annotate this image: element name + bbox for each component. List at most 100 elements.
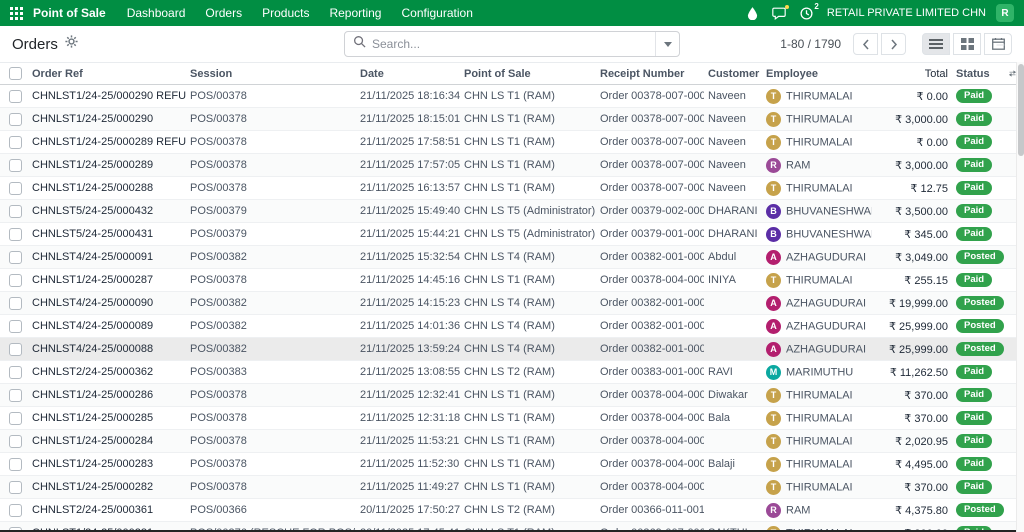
row-checkbox[interactable] [9, 227, 22, 241]
table-row[interactable]: CHNLST4/24-25/000091 POS/00382 21/11/2025 … [0, 245, 1016, 269]
table-row[interactable]: CHNLST1/24-25/000285 POS/00378 21/11/2025 … [0, 406, 1016, 430]
table-row[interactable]: CHNLST2/24-25/000361 POS/00366 20/11/2025 … [0, 498, 1016, 522]
column-header-receipt-number[interactable]: Receipt Number [596, 62, 704, 85]
table-row[interactable]: CHNLST1/24-25/000283 POS/00378 21/11/2025 … [0, 452, 1016, 476]
table-row[interactable]: CHNLST1/24-25/000289 POS/00378 21/11/2025 … [0, 153, 1016, 177]
kanban-view-button[interactable] [953, 33, 981, 55]
messages-icon[interactable] [772, 4, 789, 20]
row-checkbox[interactable] [9, 181, 22, 195]
row-checkbox[interactable] [9, 411, 22, 425]
row-checkbox[interactable] [9, 388, 22, 402]
menu-configuration[interactable]: Configuration [392, 0, 481, 26]
cell-date: 20/11/2025 17:50:27 [356, 498, 460, 522]
cell-receipt-number: Order 00378-007-0007 [596, 107, 704, 131]
column-header-status[interactable]: Status [952, 62, 1009, 85]
column-header-customer[interactable]: Customer [704, 62, 762, 85]
cell-total: ₹ 19,999.00 [872, 291, 952, 315]
select-all-checkbox[interactable] [9, 67, 22, 80]
cell-customer: Bala [704, 406, 762, 430]
cell-total: ₹ 0.00 [872, 84, 952, 108]
cell-total: ₹ 3,049.00 [872, 245, 952, 269]
app-name[interactable]: Point of Sale [33, 6, 106, 20]
vertical-scrollbar[interactable] [1016, 62, 1024, 532]
table-row[interactable]: CHNLST1/24-25/000290 REFUND POS/00378 21/1… [0, 84, 1016, 108]
row-checkbox[interactable] [9, 135, 22, 149]
cell-customer [704, 337, 762, 361]
cell-status: Posted [952, 337, 1009, 361]
column-header-point-of-sale[interactable]: Point of Sale [460, 62, 596, 85]
menu-dashboard[interactable]: Dashboard [118, 0, 195, 26]
row-filler [1009, 130, 1016, 154]
adjust-columns-button[interactable] [1009, 68, 1016, 79]
row-checkbox[interactable] [9, 158, 22, 172]
row-checkbox[interactable] [9, 250, 22, 264]
row-checkbox[interactable] [9, 457, 22, 471]
table-row[interactable]: CHNLST5/24-25/000431 POS/00379 21/11/2025 … [0, 222, 1016, 246]
cell-order-ref: CHNLST4/24-25/000091 [28, 245, 186, 269]
pager-next-button[interactable] [881, 33, 906, 55]
row-checkbox[interactable] [9, 296, 22, 310]
row-checkbox[interactable] [9, 434, 22, 448]
table-row[interactable]: CHNLST1/24-25/000289 REFUND POS/00378 21/1… [0, 130, 1016, 154]
table-row[interactable]: CHNLST4/24-25/000090 POS/00382 21/11/2025 … [0, 291, 1016, 315]
pager-previous-button[interactable] [853, 33, 878, 55]
table-row[interactable]: CHNLST1/24-25/000282 POS/00378 21/11/2025 … [0, 475, 1016, 499]
table-row[interactable]: CHNLST1/24-25/000284 POS/00378 21/11/2025 … [0, 429, 1016, 453]
table-row[interactable]: CHNLST5/24-25/000432 POS/00379 21/11/2025 … [0, 199, 1016, 223]
calendar-view-button[interactable] [984, 33, 1012, 55]
employee-avatar: T [766, 180, 781, 196]
action-menu-button[interactable] [65, 35, 78, 53]
search-input[interactable] [372, 37, 655, 51]
cell-session: POS/00378 [186, 429, 356, 453]
employee-name: THIRUMALAI [786, 135, 853, 148]
cell-total: ₹ 4,495.00 [872, 452, 952, 476]
cell-receipt-number: Order 00378-007-0004 [596, 176, 704, 200]
status-badge: Posted [956, 318, 1004, 334]
menu-products[interactable]: Products [253, 0, 318, 26]
table-row[interactable]: CHNLST4/24-25/000088 POS/00382 21/11/2025 … [0, 337, 1016, 361]
table-row[interactable]: CHNLST2/24-25/000362 POS/00383 21/11/2025 … [0, 360, 1016, 384]
column-header-order-ref[interactable]: Order Ref [28, 62, 186, 85]
cell-employee: A AZHAGUDURAI [762, 245, 872, 269]
activities-clock-icon[interactable]: 2 [800, 2, 819, 20]
table-row[interactable]: CHNLST1/24-25/000290 POS/00378 21/11/2025 … [0, 107, 1016, 131]
cell-order-ref: CHNLST2/24-25/000361 [28, 498, 186, 522]
row-filler [1009, 291, 1016, 315]
row-checkbox[interactable] [9, 365, 22, 379]
apps-grid-icon[interactable] [10, 6, 23, 20]
row-checkbox[interactable] [9, 480, 22, 494]
table-row[interactable]: CHNLST1/24-25/000287 POS/00378 21/11/2025 … [0, 268, 1016, 292]
row-filler [1009, 314, 1016, 338]
table-row[interactable]: CHNLST1/24-25/000286 POS/00378 21/11/2025 … [0, 383, 1016, 407]
cell-order-ref: CHNLST4/24-25/000088 [28, 337, 186, 361]
column-header-session[interactable]: Session [186, 62, 356, 85]
cell-point-of-sale: CHN LS T1 (RAM) [460, 130, 596, 154]
row-checkbox[interactable] [9, 204, 22, 218]
cell-employee: M MARIMUTHU [762, 360, 872, 384]
table-row[interactable]: CHNLST4/24-25/000089 POS/00382 21/11/2025 … [0, 314, 1016, 338]
user-avatar[interactable]: R [996, 4, 1014, 22]
search-dropdown-toggle[interactable] [655, 32, 679, 56]
column-header-total[interactable]: Total [872, 62, 952, 85]
company-name[interactable]: RETAIL PRIVATE LIMITED CHN [827, 7, 986, 19]
cell-date: 21/11/2025 12:31:18 [356, 406, 460, 430]
droplet-icon[interactable] [747, 6, 758, 20]
scrollbar-thumb[interactable] [1018, 64, 1024, 156]
column-header-employee[interactable]: Employee [762, 62, 872, 85]
row-checkbox[interactable] [9, 112, 22, 126]
list-view-button[interactable] [922, 33, 950, 55]
row-checkbox[interactable] [9, 319, 22, 333]
row-checkbox[interactable] [9, 342, 22, 356]
row-checkbox[interactable] [9, 273, 22, 287]
table-row[interactable]: CHNLST1/24-25/000288 POS/00378 21/11/2025 … [0, 176, 1016, 200]
cell-order-ref: CHNLST5/24-25/000432 [28, 199, 186, 223]
column-header-date[interactable]: Date [356, 62, 460, 85]
menu-orders[interactable]: Orders [196, 0, 251, 26]
row-select-cell [0, 130, 28, 154]
status-badge: Posted [956, 249, 1004, 265]
employee-avatar: T [766, 134, 781, 150]
cell-employee: T THIRUMALAI [762, 107, 872, 131]
row-checkbox[interactable] [9, 503, 22, 517]
row-checkbox[interactable] [9, 89, 22, 103]
menu-reporting[interactable]: Reporting [320, 0, 390, 26]
